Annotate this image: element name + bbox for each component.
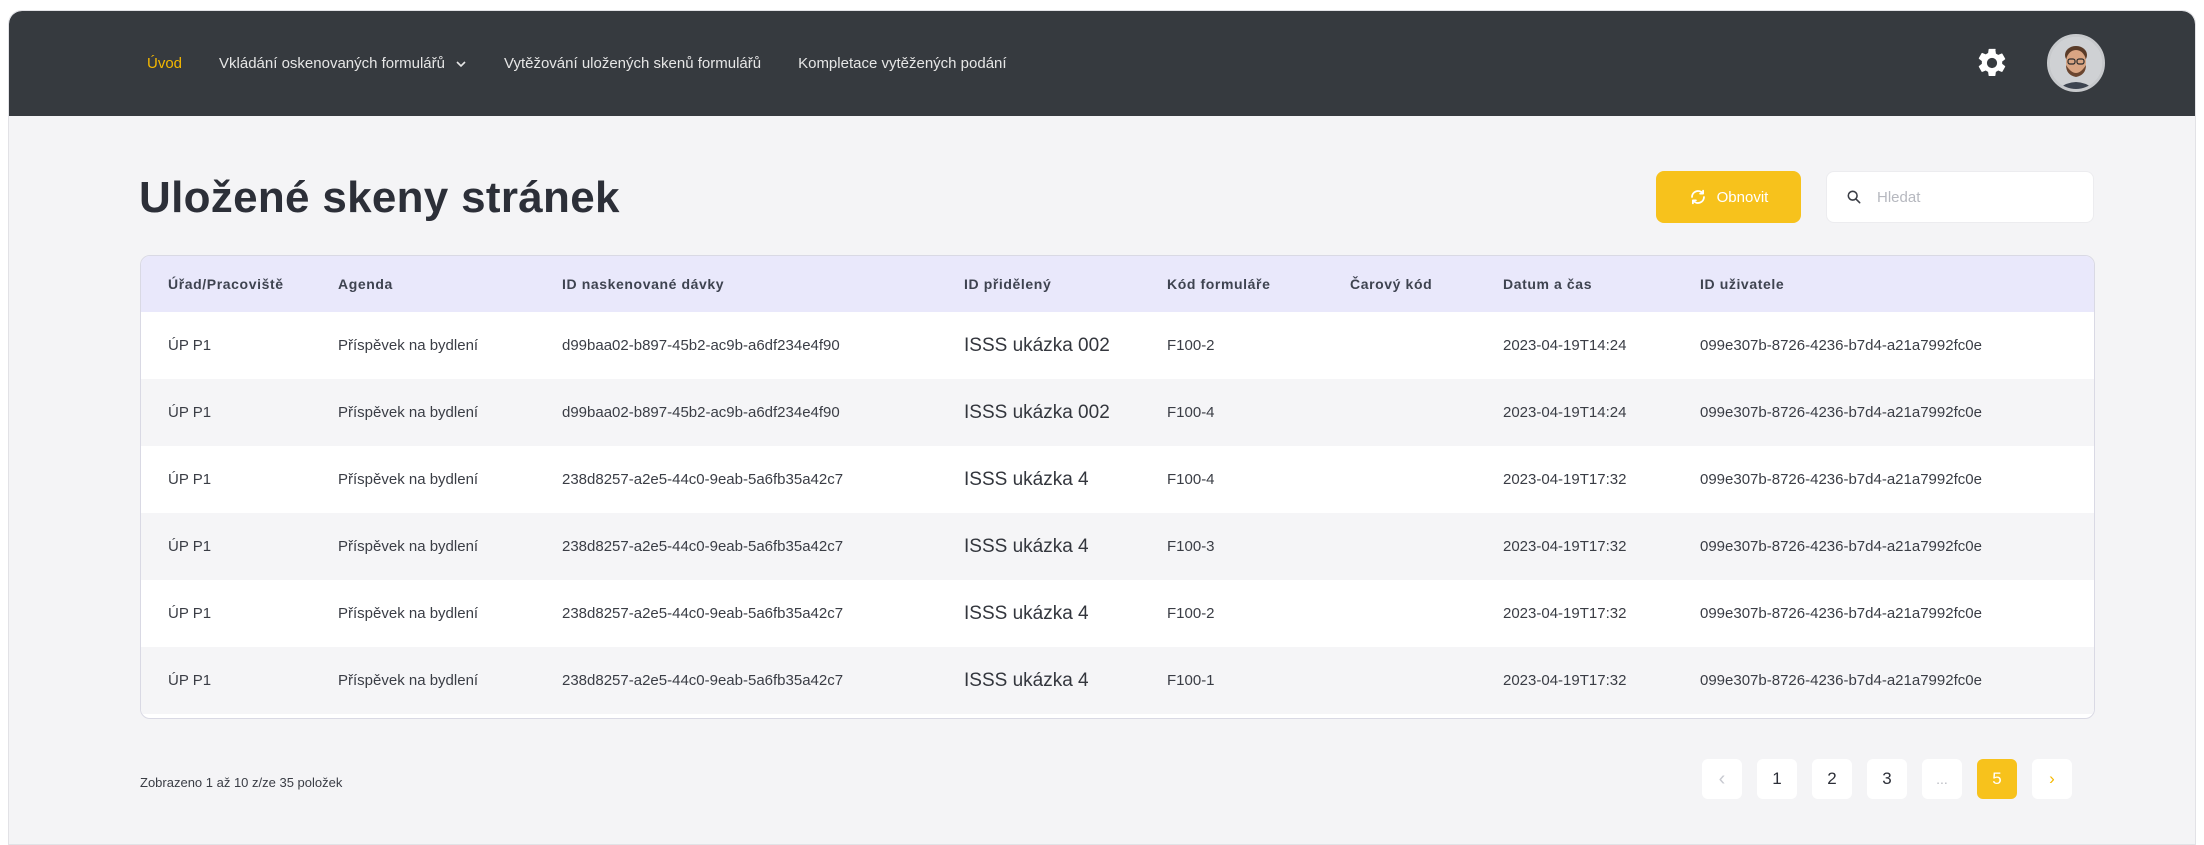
cell-id-uzivatele: 099e307b-8726-4236-b7d4-a21a7992fc0e (1700, 672, 1982, 689)
page-button-1[interactable]: 1 (1757, 759, 1797, 799)
cell-datum-cas: 2023-04-19T14:24 (1503, 337, 1627, 354)
cell-carovy-kod (1350, 446, 1503, 513)
table-row[interactable]: ÚP P1 Příspěvek na bydlení 238d8257-a2e5… (141, 513, 2094, 580)
cell-id-prideleny: ISSS ukázka 4 (964, 468, 1089, 490)
search-icon (1847, 190, 1861, 204)
nav-item-vkladani[interactable]: Vkládání oskenovaných formulářů (219, 55, 467, 72)
column-header-carovy-kod[interactable]: Čarový kód (1350, 256, 1503, 312)
next-page-button[interactable]: › (2032, 759, 2072, 799)
cell-urad: ÚP P1 (168, 672, 212, 689)
cell-id-davky: d99baa02-b897-45b2-ac9b-a6df234e4f90 (562, 404, 840, 421)
cell-carovy-kod (1350, 312, 1503, 379)
column-header-agenda[interactable]: Agenda (338, 256, 562, 312)
cell-datum-cas: 2023-04-19T17:32 (1503, 672, 1627, 689)
cell-id-uzivatele: 099e307b-8726-4236-b7d4-a21a7992fc0e (1700, 605, 1982, 622)
page-button-2[interactable]: 2 (1812, 759, 1852, 799)
cell-id-uzivatele: 099e307b-8726-4236-b7d4-a21a7992fc0e (1700, 337, 1982, 354)
cell-id-prideleny: ISSS ukázka 4 (964, 602, 1089, 624)
page-button-current[interactable]: 5 (1977, 759, 2017, 799)
cell-urad: ÚP P1 (168, 471, 212, 488)
cell-id-davky: 238d8257-a2e5-44c0-9eab-5a6fb35a42c7 (562, 538, 844, 555)
nav-item-label: Vkládání oskenovaných formulářů (219, 55, 445, 72)
cell-carovy-kod (1350, 580, 1503, 647)
cell-agenda: Příspěvek na bydlení (338, 538, 479, 555)
table-header-row: Úřad/Pracoviště Agenda ID naskenované dá… (141, 256, 2094, 312)
table-row[interactable]: ÚP P1 Příspěvek na bydlení 238d8257-a2e5… (141, 446, 2094, 513)
cell-datum-cas: 2023-04-19T17:32 (1503, 471, 1627, 488)
table-row[interactable]: ÚP P1 Příspěvek na bydlení 238d8257-a2e5… (141, 580, 2094, 647)
cell-agenda: Příspěvek na bydlení (338, 471, 479, 488)
cell-id-davky: d99baa02-b897-45b2-ac9b-a6df234e4f90 (562, 337, 840, 354)
cell-carovy-kod (1350, 513, 1503, 580)
cell-urad: ÚP P1 (168, 404, 212, 421)
search-field[interactable] (1826, 171, 2094, 223)
cell-urad: ÚP P1 (168, 605, 212, 622)
page-button-3[interactable]: 3 (1867, 759, 1907, 799)
table-row[interactable]: ÚP P1 Příspěvek na bydlení d99baa02-b897… (141, 379, 2094, 446)
scans-table: Úřad/Pracoviště Agenda ID naskenované dá… (140, 255, 2095, 719)
cell-kod-formulare: F100-1 (1167, 672, 1215, 689)
column-header-id-uzivatele[interactable]: ID uživatele (1700, 256, 2094, 312)
main-menu: Úvod Vkládání oskenovaných formulářů Vyt… (147, 11, 1044, 116)
cell-id-davky: 238d8257-a2e5-44c0-9eab-5a6fb35a42c7 (562, 672, 844, 689)
nav-item-vytezovani[interactable]: Vytěžování uložených skenů formulářů (504, 55, 761, 72)
cell-kod-formulare: F100-2 (1167, 605, 1215, 622)
cell-id-prideleny: ISSS ukázka 4 (964, 535, 1089, 557)
cell-kod-formulare: F100-3 (1167, 538, 1215, 555)
column-header-kod-formulare[interactable]: Kód formuláře (1167, 256, 1350, 312)
cell-id-davky: 238d8257-a2e5-44c0-9eab-5a6fb35a42c7 (562, 471, 844, 488)
nav-right-controls (1975, 33, 2105, 93)
table-row[interactable]: ÚP P1 Příspěvek na bydlení 238d8257-a2e5… (141, 647, 2094, 714)
cell-id-prideleny: ISSS ukázka 4 (964, 669, 1089, 691)
cell-id-prideleny: ISSS ukázka 002 (964, 401, 1110, 423)
nav-item-label: Úvod (147, 55, 183, 72)
table-row[interactable]: ÚP P1 Příspěvek na bydlení d99baa02-b897… (141, 312, 2094, 379)
cell-kod-formulare: F100-2 (1167, 337, 1215, 354)
cell-kod-formulare: F100-4 (1167, 404, 1215, 421)
cell-agenda: Příspěvek na bydlení (338, 404, 479, 421)
app-window: Úvod Vkládání oskenovaných formulářů Vyt… (8, 10, 2196, 845)
cell-id-davky: 238d8257-a2e5-44c0-9eab-5a6fb35a42c7 (562, 605, 844, 622)
cell-datum-cas: 2023-04-19T17:32 (1503, 538, 1627, 555)
cell-carovy-kod (1350, 647, 1503, 714)
cell-id-uzivatele: 099e307b-8726-4236-b7d4-a21a7992fc0e (1700, 538, 1982, 555)
page-ellipsis: ... (1922, 759, 1962, 799)
cell-id-uzivatele: 099e307b-8726-4236-b7d4-a21a7992fc0e (1700, 471, 1982, 488)
search-input[interactable] (1875, 187, 2079, 207)
gear-icon[interactable] (1975, 46, 2009, 80)
pagination-summary: Zobrazeno 1 až 10 z/ze 35 položek (140, 775, 343, 790)
prev-page-button[interactable]: ‹ (1702, 759, 1742, 799)
refresh-button[interactable]: Obnovit (1656, 171, 1801, 223)
cell-urad: ÚP P1 (168, 538, 212, 555)
nav-item-uvod[interactable]: Úvod (147, 55, 182, 72)
chevron-down-icon (456, 60, 466, 67)
cell-id-uzivatele: 099e307b-8726-4236-b7d4-a21a7992fc0e (1700, 404, 1982, 421)
cell-carovy-kod (1350, 379, 1503, 446)
cell-urad: ÚP P1 (168, 337, 212, 354)
column-header-urad[interactable]: Úřad/Pracoviště (141, 256, 338, 312)
nav-item-label: Kompletace vytěžených podání (798, 55, 1007, 72)
refresh-icon (1690, 189, 1705, 205)
cell-agenda: Příspěvek na bydlení (338, 672, 479, 689)
cell-kod-formulare: F100-4 (1167, 471, 1215, 488)
cell-agenda: Příspěvek na bydlení (338, 605, 479, 622)
cell-id-prideleny: ISSS ukázka 002 (964, 334, 1110, 356)
avatar-image (2050, 37, 2102, 89)
column-header-id-prideleny[interactable]: ID přidělený (964, 256, 1167, 312)
top-navigation-bar: Úvod Vkládání oskenovaných formulářů Vyt… (9, 11, 2195, 116)
cell-datum-cas: 2023-04-19T14:24 (1503, 404, 1627, 421)
nav-item-kompletace[interactable]: Kompletace vytěžených podání (798, 55, 1006, 72)
pagination: ‹ 1 2 3 ... 5 › (1702, 759, 2087, 799)
refresh-button-label: Obnovit (1716, 188, 1769, 206)
page-title: Uložené skeny stránek (139, 173, 620, 222)
column-header-id-davky[interactable]: ID naskenované dávky (562, 256, 964, 312)
cell-datum-cas: 2023-04-19T17:32 (1503, 605, 1627, 622)
cell-agenda: Příspěvek na bydlení (338, 337, 479, 354)
user-avatar[interactable] (2047, 34, 2105, 92)
nav-item-label: Vytěžování uložených skenů formulářů (504, 55, 762, 72)
column-header-datum-cas[interactable]: Datum a čas (1503, 256, 1700, 312)
